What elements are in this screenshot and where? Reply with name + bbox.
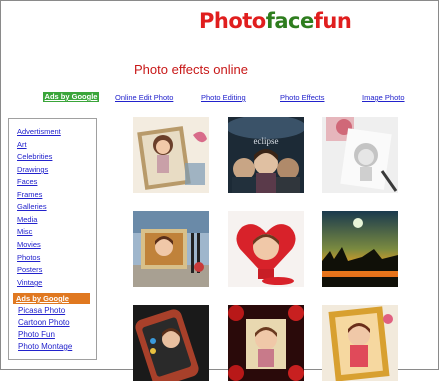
category-link-faces[interactable]: Faces [17, 177, 37, 186]
category-link-galleries[interactable]: Galleries [17, 202, 47, 211]
caricature-girl-frame-thumb[interactable] [133, 117, 209, 193]
nav-link-image-photo[interactable]: Image Photo [362, 93, 405, 102]
ads-by-google-top[interactable]: Ads by Google [43, 92, 99, 102]
heart-frame-icon [228, 211, 304, 287]
street-billboard-thumb[interactable] [133, 211, 209, 287]
category-link-art[interactable]: Art [17, 140, 27, 149]
ad-link-picasa-photo[interactable]: Picasa Photo [18, 306, 65, 315]
category-link-photos[interactable]: Photos [17, 253, 40, 262]
category-link-vintage[interactable]: Vintage [17, 278, 42, 287]
pencil-drawing-icon [322, 117, 398, 193]
category-link-advertisment[interactable]: Advertisment [17, 127, 61, 136]
heart-frame-thumb[interactable] [228, 211, 304, 287]
ad-link-photo-montage[interactable]: Photo Montage [18, 342, 72, 351]
page-tagline: Photo effects online [134, 62, 248, 77]
eclipse-poster-thumb[interactable]: eclipse [228, 117, 304, 193]
nav-link-online-edit-photo[interactable]: Online Edit Photo [115, 93, 173, 102]
logo-part-face: face [265, 9, 315, 33]
category-link-media[interactable]: Media [17, 215, 37, 224]
category-link-drawings[interactable]: Drawings [17, 165, 48, 174]
category-link-frames[interactable]: Frames [17, 190, 42, 199]
category-link-movies[interactable]: Movies [17, 240, 41, 249]
sunset-scene-icon [322, 211, 398, 287]
nav-link-photo-editing[interactable]: Photo Editing [201, 93, 246, 102]
sunset-silhouette-thumb[interactable] [322, 211, 398, 287]
category-link-misc[interactable]: Misc [17, 227, 32, 236]
caricature-frame-icon [133, 117, 209, 193]
category-link-posters[interactable]: Posters [17, 265, 42, 274]
category-link-celebrities[interactable]: Celebrities [17, 152, 52, 161]
poster-caption: eclipse [254, 136, 279, 146]
logo-part-photo: Photo [199, 9, 266, 33]
ads-by-google-sidebar[interactable]: Ads by Google [13, 293, 90, 304]
billboard-icon [133, 211, 209, 287]
pencil-sketch-thumb[interactable] [322, 117, 398, 193]
movie-poster-icon: eclipse [228, 117, 304, 193]
ad-link-photo-fun[interactable]: Photo Fun [18, 330, 55, 339]
logo-part-fun: fun [313, 9, 352, 33]
nav-link-photo-effects[interactable]: Photo Effects [280, 93, 324, 102]
site-logo[interactable]: Photofacefun [199, 9, 352, 33]
ad-link-cartoon-photo[interactable]: Cartoon Photo [18, 318, 70, 327]
